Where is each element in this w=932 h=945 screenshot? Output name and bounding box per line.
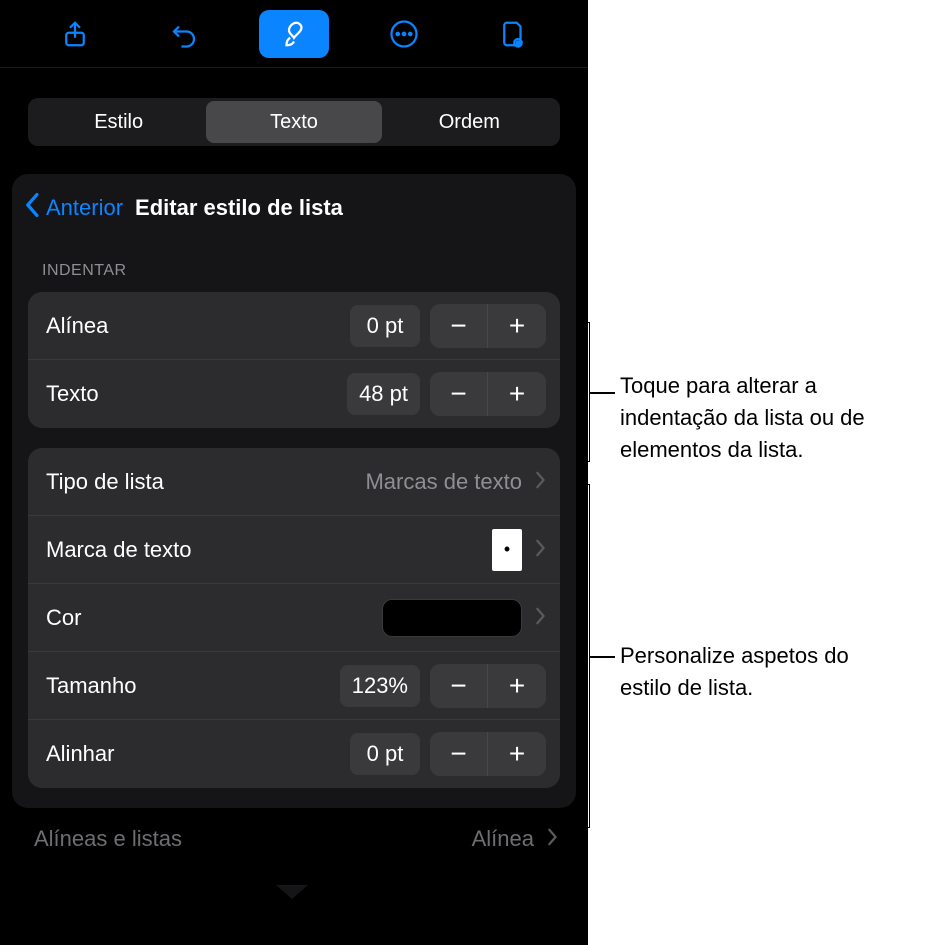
bullet-indent-increase[interactable]: + <box>488 304 546 348</box>
undo-icon <box>169 19 199 49</box>
callout-line-1 <box>590 392 615 394</box>
bullet-indent-stepper: − + <box>430 304 546 348</box>
row-size: Tamanho 123% − + <box>28 652 560 720</box>
bracket-1 <box>578 322 590 462</box>
size-value[interactable]: 123% <box>340 665 420 707</box>
color-label: Cor <box>46 605 382 631</box>
bottom-value: Alínea <box>472 826 534 852</box>
format-brush-button[interactable] <box>259 10 329 58</box>
bullet-preview: • <box>492 529 522 571</box>
more-button[interactable] <box>369 10 439 58</box>
bullet-indent-decrease[interactable]: − <box>430 304 488 348</box>
callout-style: Personalize aspetos do estilo de lista. <box>620 640 900 704</box>
list-type-value: Marcas de texto <box>365 469 522 495</box>
chevron-right-icon <box>528 604 546 632</box>
align-stepper: − + <box>430 732 546 776</box>
bullet-indent-value[interactable]: 0 pt <box>350 305 420 347</box>
back-button[interactable]: Anterior <box>46 195 123 221</box>
text-indent-stepper: − + <box>430 372 546 416</box>
text-indent-label: Texto <box>46 381 347 407</box>
list-type-label: Tipo de lista <box>46 469 365 495</box>
size-label: Tamanho <box>46 673 340 699</box>
presenter-button[interactable] <box>478 10 548 58</box>
text-bullet-label: Marca de texto <box>46 537 492 563</box>
indent-group: Alínea 0 pt − + Texto 48 pt − + <box>28 292 560 428</box>
indent-section-label: INDENTAR <box>12 244 576 288</box>
align-value[interactable]: 0 pt <box>350 733 420 775</box>
share-button[interactable] <box>40 10 110 58</box>
top-toolbar <box>0 0 588 68</box>
card-title: Editar estilo de lista <box>135 195 343 221</box>
segmented-wrap: Estilo Texto Ordem <box>0 68 588 164</box>
more-icon <box>389 19 419 49</box>
share-icon <box>60 19 90 49</box>
chevron-right-icon <box>528 536 546 564</box>
brush-icon <box>279 19 309 49</box>
tab-arrange[interactable]: Ordem <box>382 101 557 143</box>
callout-line-2 <box>590 656 615 658</box>
back-chevron-icon[interactable] <box>24 192 44 224</box>
bullet-indent-label: Alínea <box>46 313 350 339</box>
row-align: Alinhar 0 pt − + <box>28 720 560 788</box>
bottom-label: Alíneas e listas <box>34 826 182 852</box>
undo-button[interactable] <box>149 10 219 58</box>
document-eye-icon <box>498 19 528 49</box>
bottom-row-bullets-lists[interactable]: Alíneas e listas Alínea <box>0 808 588 870</box>
size-decrease[interactable]: − <box>430 664 488 708</box>
text-indent-decrease[interactable]: − <box>430 372 488 416</box>
tab-text[interactable]: Texto <box>206 101 381 143</box>
tab-style[interactable]: Estilo <box>31 101 206 143</box>
chevron-right-icon <box>540 825 558 853</box>
edit-list-style-card: Anterior Editar estilo de lista INDENTAR… <box>12 174 576 808</box>
text-indent-increase[interactable]: + <box>488 372 546 416</box>
color-swatch <box>382 599 522 637</box>
size-stepper: − + <box>430 664 546 708</box>
align-decrease[interactable]: − <box>430 732 488 776</box>
size-increase[interactable]: + <box>488 664 546 708</box>
align-increase[interactable]: + <box>488 732 546 776</box>
row-text-indent: Texto 48 pt − + <box>28 360 560 428</box>
card-header: Anterior Editar estilo de lista <box>12 188 576 244</box>
list-style-group: Tipo de lista Marcas de texto Marca de t… <box>28 448 560 788</box>
row-text-bullet[interactable]: Marca de texto • <box>28 516 560 584</box>
row-bullet-indent: Alínea 0 pt − + <box>28 292 560 360</box>
row-list-type[interactable]: Tipo de lista Marcas de texto <box>28 448 560 516</box>
popover-arrow <box>276 885 308 899</box>
chevron-right-icon <box>528 468 546 496</box>
segmented-control: Estilo Texto Ordem <box>28 98 560 146</box>
align-label: Alinhar <box>46 741 350 767</box>
text-indent-value[interactable]: 48 pt <box>347 373 420 415</box>
format-panel: Estilo Texto Ordem Anterior Editar estil… <box>0 0 588 945</box>
bracket-2 <box>578 484 590 828</box>
callout-indent: Toque para alterar a indentação da lista… <box>620 370 920 466</box>
row-color[interactable]: Cor <box>28 584 560 652</box>
